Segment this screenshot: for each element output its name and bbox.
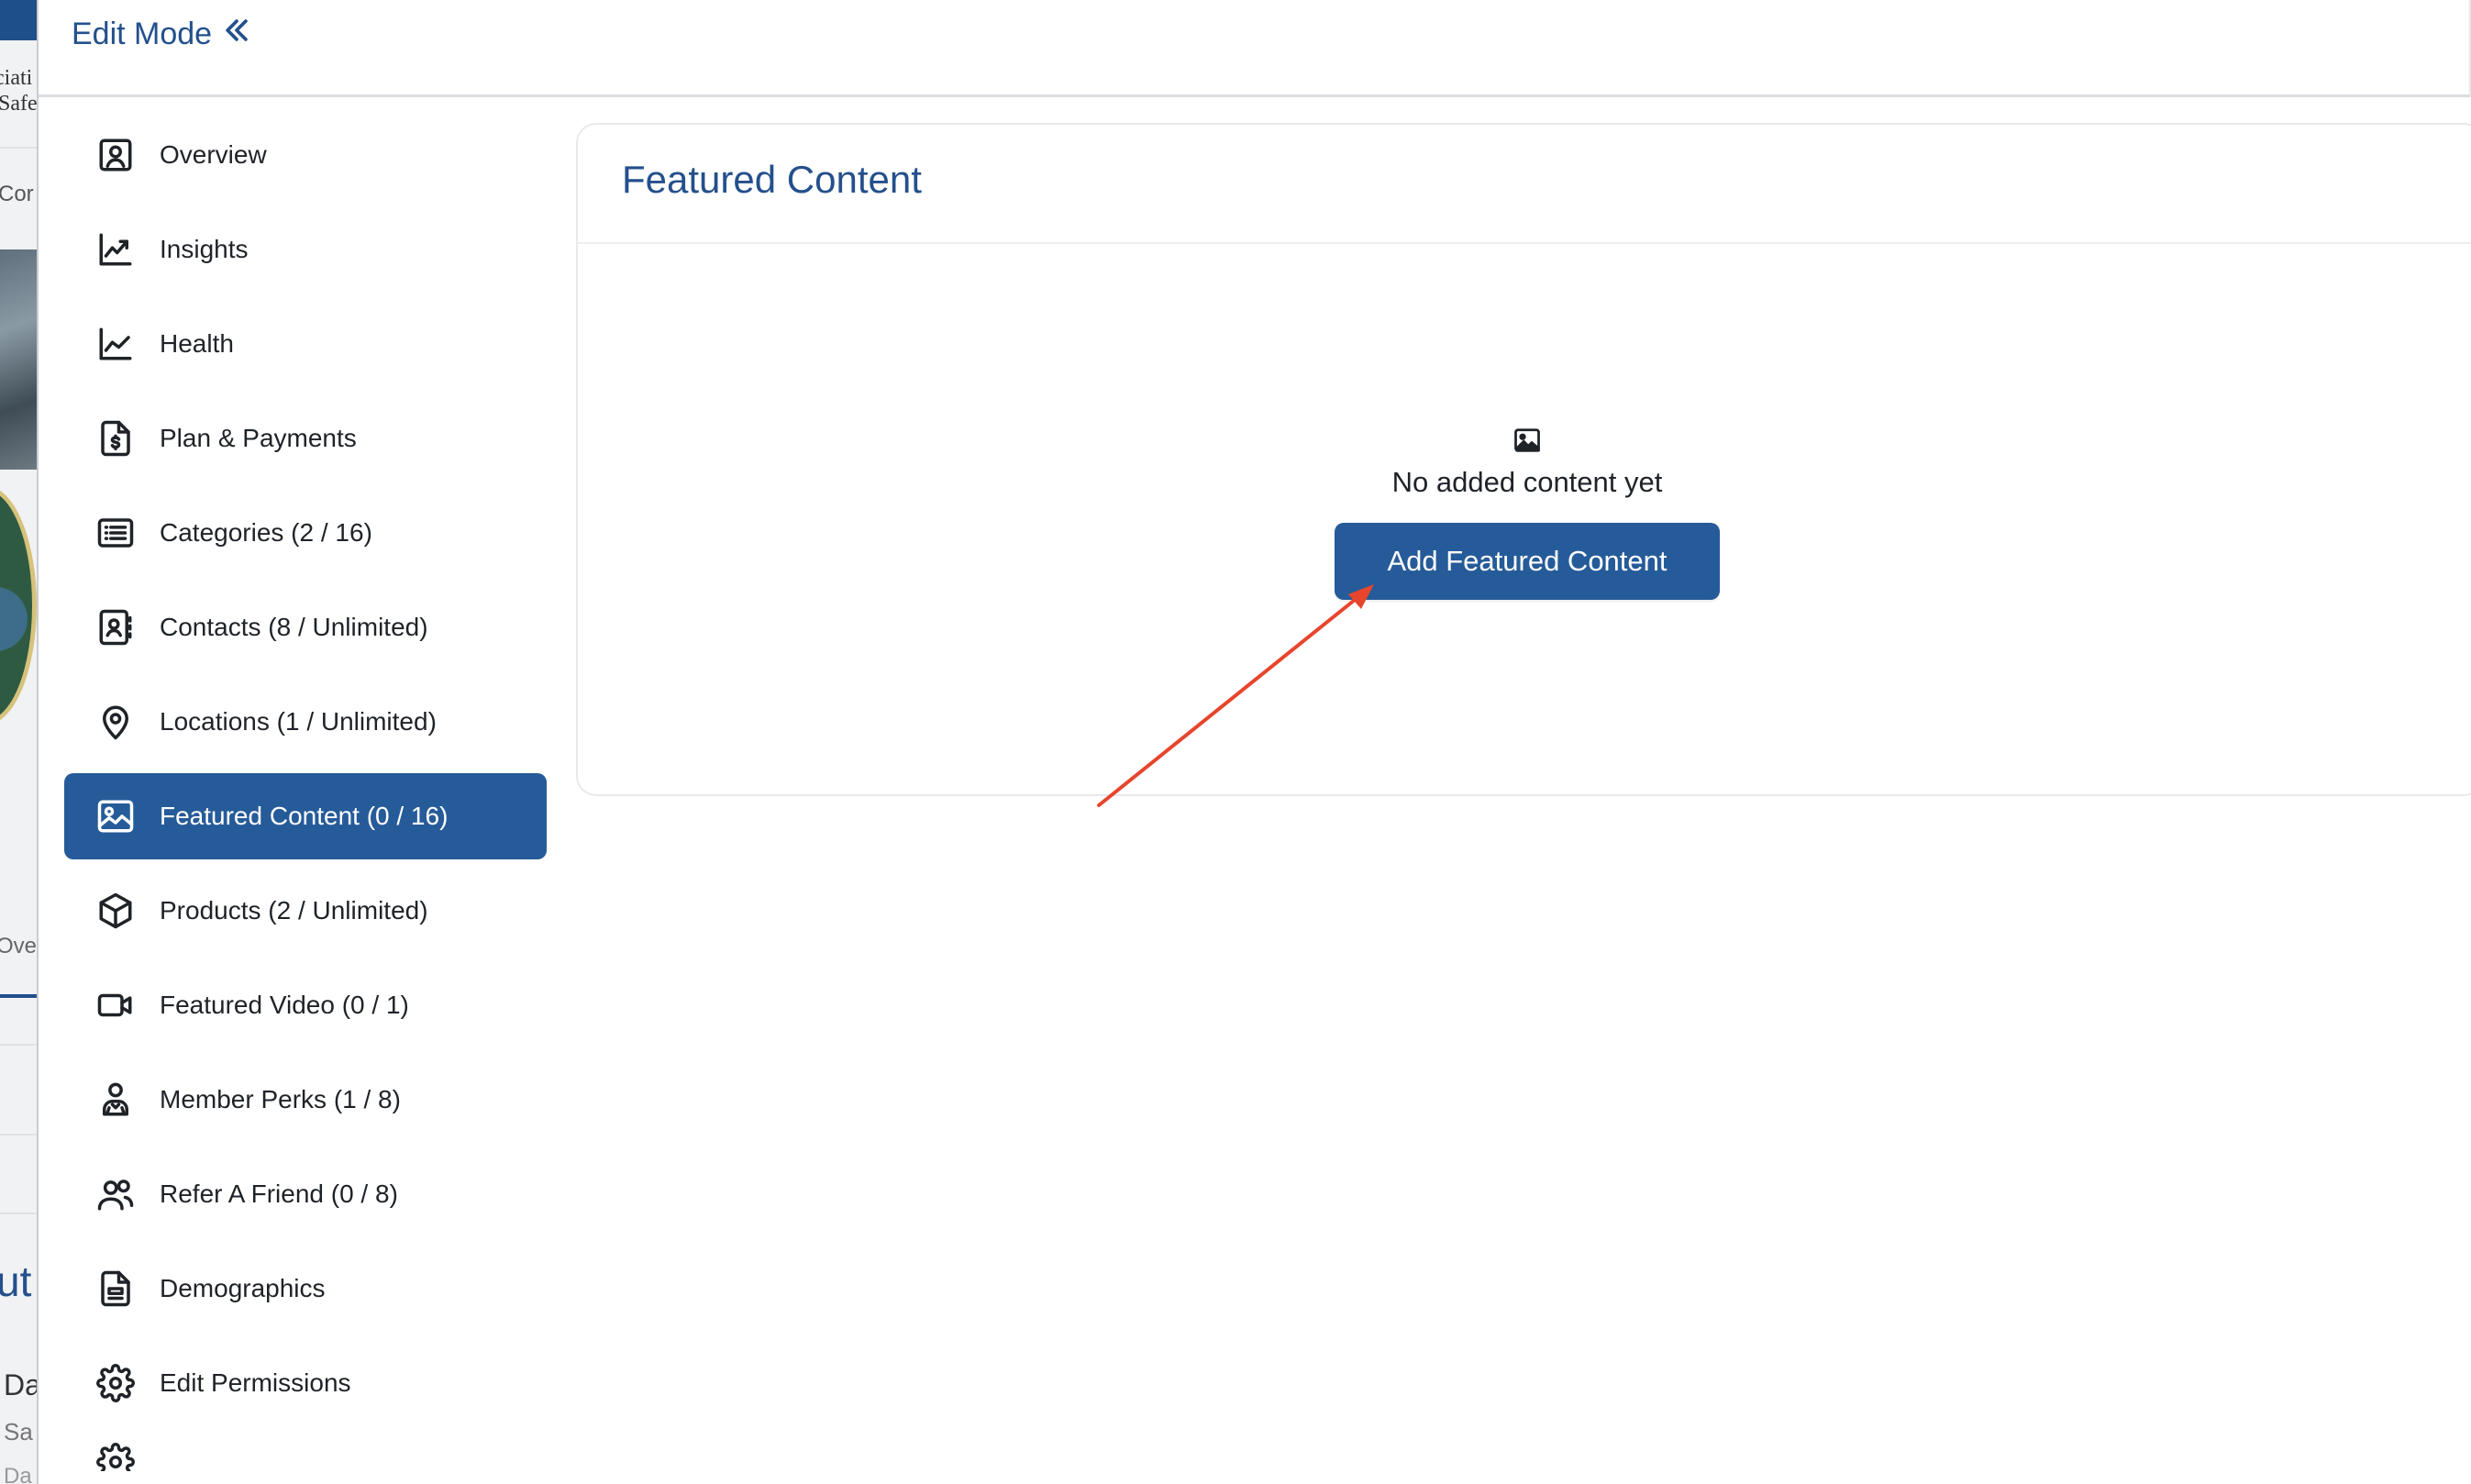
invoice-dollar-icon	[95, 418, 136, 459]
contact-book-icon	[95, 607, 136, 648]
sidebar-item-contacts[interactable]: Contacts (8 / Unlimited)	[64, 584, 547, 670]
background-tab-underline	[0, 994, 37, 998]
background-text: Da	[4, 1368, 39, 1401]
sidebar-item-locations[interactable]: Locations (1 / Unlimited)	[64, 679, 547, 765]
sidebar-item-label: Plan & Payments	[160, 424, 357, 452]
map-pin-icon	[95, 702, 136, 742]
box-icon	[95, 891, 136, 931]
image-icon	[95, 796, 136, 836]
background-text: Cor	[0, 182, 34, 206]
edit-mode-toggle[interactable]: Edit Mode	[72, 15, 252, 54]
divider	[0, 1213, 37, 1214]
divider	[0, 147, 37, 149]
featured-content-card: Featured Content No added content yet Ad…	[576, 123, 2471, 796]
sidebar-item-label: Overview	[160, 140, 267, 169]
background-photo	[0, 249, 37, 470]
sidebar-item-demographics[interactable]: Demographics	[64, 1246, 547, 1332]
line-chart-icon	[95, 324, 136, 364]
sidebar-item-featured-content[interactable]: Featured Content (0 / 16)	[64, 773, 547, 859]
add-featured-content-button[interactable]: Add Featured Content	[1335, 523, 1720, 600]
sidebar-item-categories[interactable]: Categories (2 / 16)	[64, 490, 547, 576]
users-icon	[95, 1174, 136, 1214]
gear-icon	[95, 1442, 136, 1471]
sidebar-item-label: Locations (1 / Unlimited)	[160, 707, 437, 736]
sidebar-item-health[interactable]: Health	[64, 301, 547, 387]
edit-mode-title: Edit Mode	[72, 17, 213, 51]
sidebar-item-featured-video[interactable]: Featured Video (0 / 1)	[64, 962, 547, 1048]
sidebar-item-label: Featured Content (0 / 16)	[160, 802, 449, 830]
app-window: ciati Safe Cor Over ut Da Sa Da Edit Mod…	[0, 0, 2471, 1484]
sidebar-item-refer-a-friend[interactable]: Refer A Friend (0 / 8)	[64, 1151, 547, 1237]
background-text: Sa	[4, 1418, 33, 1445]
sidebar-item-label: Health	[160, 329, 234, 358]
background-text: Safe	[0, 92, 38, 116]
document-chart-icon	[95, 1268, 136, 1309]
background-text: Over	[0, 934, 38, 958]
sidebar-item-edit-permissions[interactable]: Edit Permissions	[64, 1340, 547, 1426]
sidebar-item-label: Contacts (8 / Unlimited)	[160, 613, 428, 641]
background-page: ciati Safe Cor Over ut Da Sa Da	[0, 0, 39, 1484]
sidebar-item-overview[interactable]: Overview	[64, 112, 547, 198]
gear-icon	[95, 1363, 136, 1403]
list-icon	[95, 513, 136, 553]
sidebar-item-label: Insights	[160, 235, 249, 263]
empty-state-message: No added content yet	[1391, 466, 1663, 498]
video-camera-icon	[95, 985, 136, 1025]
background-text: ciati	[0, 66, 33, 90]
sidebar-item-label: Categories (2 / 16)	[160, 518, 372, 547]
sidebar-item-label: Refer A Friend (0 / 8)	[160, 1179, 398, 1208]
background-text: Da	[4, 1464, 32, 1484]
sidebar-item-plan-payments[interactable]: Plan & Payments	[64, 395, 547, 482]
sidebar-item-label: Member Perks (1 / 8)	[160, 1085, 401, 1113]
trending-up-icon	[95, 229, 136, 270]
background-header-bar	[0, 0, 37, 40]
divider	[0, 1134, 37, 1135]
sidebar-item-cut-off[interactable]	[64, 1434, 547, 1471]
divider	[0, 1044, 37, 1046]
sidebar-item-label: Featured Video (0 / 1)	[160, 991, 409, 1019]
sidebar-item-label: Demographics	[160, 1274, 326, 1302]
sidebar-item-label: Products (2 / Unlimited)	[160, 896, 428, 925]
user-square-icon	[95, 135, 136, 175]
card-header: Featured Content	[578, 125, 2471, 244]
sidebar-item-label: Edit Permissions	[160, 1368, 351, 1397]
member-badge-icon	[95, 1080, 136, 1120]
sidebar-item-member-perks[interactable]: Member Perks (1 / 8)	[64, 1057, 547, 1143]
sidebar-item-products[interactable]: Products (2 / Unlimited)	[64, 868, 547, 954]
page-title: Featured Content	[622, 158, 922, 201]
background-text: ut	[0, 1257, 32, 1305]
drawer-header: Edit Mode	[39, 0, 2471, 97]
double-chevron-left-icon[interactable]	[221, 15, 252, 54]
sidebar-item-insights[interactable]: Insights	[64, 206, 547, 293]
image-icon	[1513, 427, 1541, 453]
sidebar-nav: Overview Insights Health Plan & Payments	[64, 112, 547, 1479]
